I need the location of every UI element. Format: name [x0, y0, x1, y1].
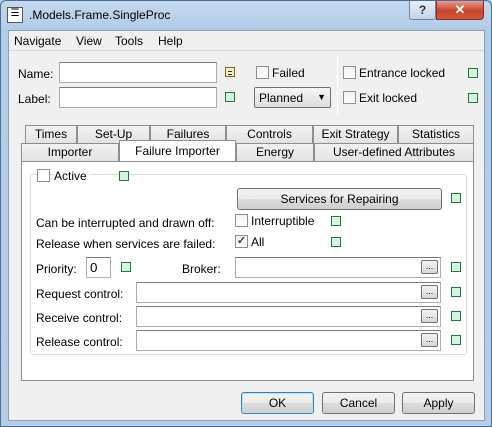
receive-control-input[interactable]	[136, 306, 441, 327]
apply-button[interactable]: Apply	[402, 392, 475, 414]
all-inheritance-icon[interactable]	[331, 237, 341, 247]
priority-input[interactable]	[86, 257, 111, 278]
tab-controls[interactable]: Controls	[226, 125, 313, 143]
name-input[interactable]	[59, 62, 217, 83]
close-button[interactable]: ✕	[436, 1, 484, 20]
request-control-inheritance-icon[interactable]	[451, 287, 461, 297]
release-failed-label: Release when services are failed:	[36, 237, 216, 251]
request-control-label: Request control:	[36, 287, 124, 301]
services-for-repairing-button[interactable]: Services for Repairing	[237, 188, 442, 210]
failed-checkbox[interactable]	[256, 66, 269, 79]
release-control-label: Release control:	[36, 335, 123, 349]
interruptible-label: Interruptible	[251, 214, 315, 228]
menu-help[interactable]: Help	[158, 34, 183, 48]
menu-bar: Navigate View Tools Help	[9, 31, 484, 51]
header-divider	[337, 57, 338, 115]
cancel-button[interactable]: Cancel	[322, 392, 395, 414]
active-inheritance-icon[interactable]	[119, 171, 129, 181]
tab-user-defined-attributes[interactable]: User-defined Attributes	[314, 143, 474, 161]
tab-energy[interactable]: Energy	[236, 143, 314, 161]
broker-inheritance-icon[interactable]	[451, 262, 461, 272]
label-inheritance-icon[interactable]	[225, 92, 235, 102]
entrance-locked-inheritance-icon[interactable]	[468, 68, 478, 78]
release-control-browse-button[interactable]: ...	[421, 333, 438, 347]
app-icon: ☰	[7, 7, 23, 23]
priority-label: Priority:	[36, 262, 77, 276]
tab-statistics[interactable]: Statistics	[398, 125, 474, 143]
exit-locked-label: Exit locked	[359, 91, 418, 105]
chevron-down-icon: ▼	[317, 92, 326, 102]
active-label: Active	[54, 169, 90, 183]
active-checkbox[interactable]	[37, 169, 50, 182]
tab-exit-strategy[interactable]: Exit Strategy	[313, 125, 398, 143]
failed-label: Failed	[272, 66, 305, 80]
services-inheritance-icon[interactable]	[451, 193, 461, 203]
name-inheritance-icon[interactable]	[225, 67, 235, 77]
failure-importer-panel: Active Services for Repairing Can be int…	[21, 161, 474, 381]
menu-navigate[interactable]: Navigate	[14, 34, 61, 48]
name-label: Name:	[18, 67, 54, 81]
broker-browse-button[interactable]: ...	[421, 260, 438, 274]
request-control-input[interactable]	[136, 282, 441, 303]
request-control-browse-button[interactable]: ...	[421, 285, 438, 299]
all-label: All	[251, 235, 265, 249]
receive-control-inheritance-icon[interactable]	[451, 311, 461, 321]
dialog-window: ☰ .Models.Frame.SingleProc ? ✕ Navigate …	[0, 0, 492, 427]
interruptible-checkbox[interactable]	[235, 214, 248, 227]
title-bar[interactable]: ☰ .Models.Frame.SingleProc ? ✕	[1, 1, 491, 29]
broker-input[interactable]	[235, 257, 441, 278]
tab-importer[interactable]: Importer	[21, 143, 119, 161]
entrance-locked-checkbox[interactable]	[343, 66, 356, 79]
planned-select[interactable]: Planned ▼	[254, 87, 331, 108]
release-control-inheritance-icon[interactable]	[451, 335, 461, 345]
broker-label: Broker:	[182, 262, 221, 276]
menu-view[interactable]: View	[76, 34, 102, 48]
tab-failure-importer[interactable]: Failure Importer	[119, 140, 236, 161]
release-control-input[interactable]	[136, 330, 441, 351]
receive-control-label: Receive control:	[36, 311, 123, 325]
tab-times[interactable]: Times	[25, 125, 77, 143]
interrupted-label: Can be interrupted and drawn off:	[36, 216, 215, 230]
label-input[interactable]	[59, 87, 217, 108]
menu-tools[interactable]: Tools	[115, 34, 143, 48]
receive-control-browse-button[interactable]: ...	[421, 309, 438, 323]
client-area: Navigate View Tools Help Name: Label: Fa…	[8, 30, 485, 421]
exit-locked-checkbox[interactable]	[343, 91, 356, 104]
entrance-locked-label: Entrance locked	[359, 66, 446, 80]
label-label: Label:	[18, 92, 51, 106]
exit-locked-inheritance-icon[interactable]	[468, 93, 478, 103]
ok-button[interactable]: OK	[241, 392, 314, 414]
window-title: .Models.Frame.SingleProc	[29, 8, 171, 22]
help-button[interactable]: ?	[409, 1, 436, 20]
priority-inheritance-icon[interactable]	[121, 262, 131, 272]
all-checkbox[interactable]: ✓	[235, 235, 248, 248]
interruptible-inheritance-icon[interactable]	[331, 216, 341, 226]
planned-select-value: Planned	[259, 91, 304, 105]
